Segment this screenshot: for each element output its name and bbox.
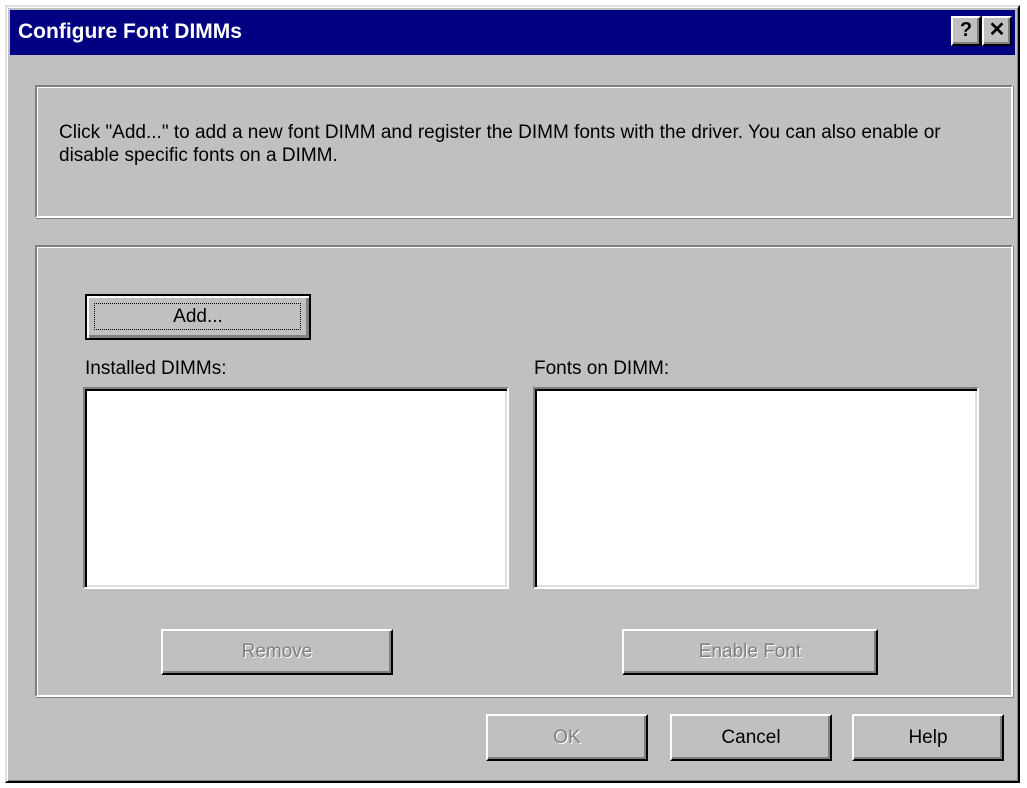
fonts-on-dimm-label: Fonts on DIMM:: [534, 358, 670, 379]
enable-font-button[interactable]: Enable Font: [622, 629, 878, 675]
focus-indicator: [94, 303, 301, 330]
remove-button[interactable]: Remove: [161, 629, 393, 675]
window-title: Configure Font DIMMs: [18, 20, 242, 43]
fonts-on-dimm-list[interactable]: [533, 387, 979, 589]
installed-dimms-label: Installed DIMMs:: [85, 358, 227, 379]
cancel-button-label: Cancel: [721, 726, 781, 748]
ok-button-label: OK: [553, 726, 581, 748]
help-icon[interactable]: ?: [951, 16, 981, 46]
cancel-button[interactable]: Cancel: [670, 714, 832, 761]
title-bar[interactable]: Configure Font DIMMs ? ✕: [10, 10, 1015, 55]
info-panel: Click "Add..." to add a new font DIMM an…: [35, 85, 1013, 218]
dimm-panel: Add... Installed DIMMs: Fonts on DIMM: R…: [35, 245, 1013, 697]
instructions-text: Click "Add..." to add a new font DIMM an…: [59, 122, 941, 166]
help-button-label: Help: [908, 726, 948, 748]
help-glyph: ?: [959, 19, 973, 41]
help-button[interactable]: Help: [852, 714, 1004, 761]
installed-dimms-list[interactable]: [83, 387, 509, 589]
ok-button[interactable]: OK: [486, 714, 648, 761]
enable-font-button-label: Enable Font: [698, 641, 802, 662]
configure-font-dimms-dialog: Configure Font DIMMs ? ✕ Click "Add..." …: [5, 5, 1020, 783]
close-icon[interactable]: ✕: [982, 16, 1012, 46]
close-glyph: ✕: [988, 19, 1006, 41]
add-button[interactable]: Add...: [85, 294, 311, 340]
remove-button-label: Remove: [241, 641, 313, 662]
